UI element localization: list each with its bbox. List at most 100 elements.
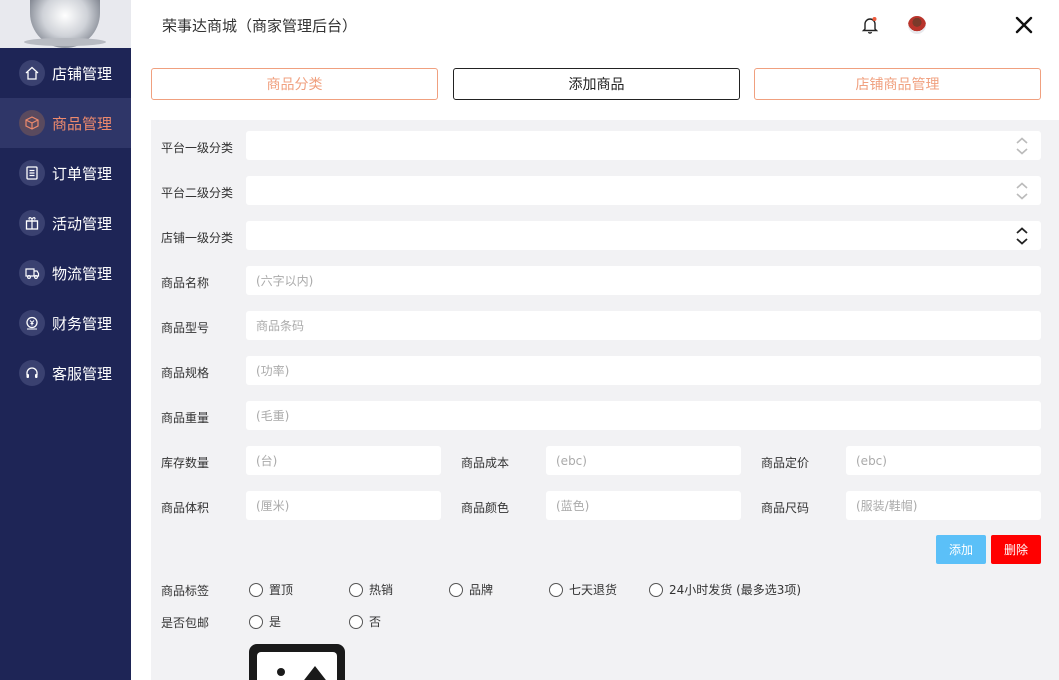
image-mountain-shape [301, 666, 329, 680]
form-row-name: 商品名称 (六字以内) [151, 266, 1059, 296]
home-icon [19, 60, 45, 86]
tab-product-category[interactable]: 商品分类 [151, 68, 438, 100]
shop-cat1-select[interactable] [246, 221, 1041, 250]
shop-cat1-label: 店铺一级分类 [161, 231, 234, 245]
radio-circle-icon [349, 582, 363, 597]
form-row-spec: 商品规格 (功率) [151, 356, 1059, 386]
sidebar-item-service[interactable]: 客服管理 [0, 348, 131, 398]
tag-option-label: 24小时发货 (最多选3项) [669, 583, 802, 597]
tag-option-24h-ship[interactable]: 24小时发货 (最多选3项) [649, 581, 801, 598]
form-row-shop-cat1: 店铺一级分类 [151, 221, 1059, 251]
app-root: 店铺管理 商品管理 订单管理 活动管理 物流管理 财务管理 客服管理 荣事达商城… [0, 0, 1059, 680]
truck-icon [19, 260, 45, 286]
sidebar-item-store[interactable]: 店铺管理 [0, 48, 131, 98]
name-input[interactable]: (六字以内) [246, 266, 1041, 295]
free-shipping-option-label: 否 [369, 615, 382, 629]
list-icon [19, 160, 45, 186]
image-placeholder-frame [257, 652, 337, 680]
volume-input[interactable]: (厘米) [246, 491, 441, 520]
tag-option-brand[interactable]: 品牌 [449, 581, 493, 598]
sidebar-item-label: 客服管理 [52, 364, 113, 383]
cost-input[interactable]: (ebc) [546, 446, 741, 475]
color-label: 商品颜色 [461, 501, 510, 515]
radio-circle-icon [249, 614, 263, 629]
sidebar-item-label: 店铺管理 [52, 64, 113, 83]
avatar[interactable] [908, 16, 926, 34]
price-label: 商品定价 [761, 456, 810, 470]
platform-cat1-select[interactable] [246, 131, 1041, 160]
finance-icon [19, 310, 45, 336]
stock-input[interactable]: (台) [246, 446, 441, 475]
form-row-platform-cat1: 平台一级分类 [151, 131, 1059, 161]
tag-option-label: 热销 [369, 583, 394, 597]
tag-option-top[interactable]: 置顶 [249, 581, 293, 598]
delete-button[interactable]: 删除 [991, 535, 1041, 564]
size-input[interactable]: (服装/鞋帽) [846, 491, 1041, 520]
tab-add-product[interactable]: 添加商品 [453, 68, 740, 100]
form-row-platform-cat2: 平台二级分类 [151, 176, 1059, 206]
free-shipping-yes[interactable]: 是 [249, 613, 281, 630]
form-row-volume-color-size: 商品体积 (厘米) 商品颜色 (蓝色) 商品尺码 (服装/鞋帽) [151, 491, 1059, 521]
chevron-updown-icon [1016, 227, 1028, 245]
sidebar-item-label: 商品管理 [52, 114, 113, 133]
name-label: 商品名称 [161, 276, 210, 290]
add-product-form: 平台一级分类 平台二级分类 店铺一级分类 商品名称 (六字以内) 商品型号 商品… [151, 120, 1059, 680]
model-input[interactable]: 商品条码 [246, 311, 1041, 340]
sidebar-nav: 店铺管理 商品管理 订单管理 活动管理 物流管理 财务管理 客服管理 [0, 48, 131, 398]
bell-icon[interactable] [860, 15, 880, 35]
logo [0, 0, 131, 48]
form-row-stock-cost-price: 库存数量 (台) 商品成本 (ebc) 商品定价 (ebc) [151, 446, 1059, 476]
logo-base [24, 38, 106, 46]
sidebar-item-logistics[interactable]: 物流管理 [0, 248, 131, 298]
add-button[interactable]: 添加 [936, 535, 986, 564]
radio-circle-icon [549, 582, 563, 597]
free-shipping-label: 是否包邮 [161, 616, 210, 630]
model-label: 商品型号 [161, 321, 210, 335]
tag-option-label: 置顶 [269, 583, 294, 597]
spec-label: 商品规格 [161, 366, 210, 380]
stock-label: 库存数量 [161, 456, 210, 470]
free-shipping-option-label: 是 [269, 615, 282, 629]
image-upload-icon[interactable] [249, 644, 345, 680]
sidebar-item-activities[interactable]: 活动管理 [0, 198, 131, 248]
top-header: 荣事达商城（商家管理后台） [131, 0, 1059, 48]
weight-input[interactable]: (毛重) [246, 401, 1041, 430]
sidebar-item-label: 物流管理 [52, 264, 113, 283]
box-icon [19, 110, 45, 136]
platform-cat1-label: 平台一级分类 [161, 141, 234, 155]
main-content: 商品分类 添加商品 店铺商品管理 平台一级分类 平台二级分类 店铺一级分类 商品… [131, 48, 1059, 680]
color-input[interactable]: (蓝色) [546, 491, 741, 520]
tab-store-products[interactable]: 店铺商品管理 [754, 68, 1041, 100]
sidebar-item-orders[interactable]: 订单管理 [0, 148, 131, 198]
gift-icon [19, 210, 45, 236]
radio-circle-icon [649, 582, 663, 597]
tag-option-label: 品牌 [469, 583, 494, 597]
volume-label: 商品体积 [161, 501, 210, 515]
size-label: 商品尺码 [761, 501, 810, 515]
sidebar-item-label: 财务管理 [52, 314, 113, 333]
form-row-weight: 商品重量 (毛重) [151, 401, 1059, 431]
tags-label: 商品标签 [161, 584, 210, 598]
headset-icon [19, 360, 45, 386]
sidebar-item-label: 订单管理 [52, 164, 113, 183]
price-input[interactable]: (ebc) [846, 446, 1041, 475]
radio-circle-icon [249, 582, 263, 597]
image-sun-dot [277, 668, 285, 676]
radio-circle-icon [349, 614, 363, 629]
chevron-updown-icon [1016, 137, 1028, 155]
sidebar-item-products[interactable]: 商品管理 [0, 98, 131, 148]
radio-circle-icon [449, 582, 463, 597]
free-shipping-no[interactable]: 否 [349, 613, 381, 630]
tag-option-hot[interactable]: 热销 [349, 581, 393, 598]
platform-cat2-select[interactable] [246, 176, 1041, 205]
page-title: 荣事达商城（商家管理后台） [162, 17, 358, 35]
close-icon[interactable] [1013, 14, 1035, 36]
sidebar-item-finance[interactable]: 财务管理 [0, 298, 131, 348]
spec-input[interactable]: (功率) [246, 356, 1041, 385]
chevron-updown-icon [1016, 182, 1028, 200]
sidebar: 店铺管理 商品管理 订单管理 活动管理 物流管理 财务管理 客服管理 [0, 0, 131, 680]
form-row-model: 商品型号 商品条码 [151, 311, 1059, 341]
sidebar-item-label: 活动管理 [52, 214, 113, 233]
weight-label: 商品重量 [161, 411, 210, 425]
tag-option-7day-return[interactable]: 七天退货 [549, 581, 617, 598]
